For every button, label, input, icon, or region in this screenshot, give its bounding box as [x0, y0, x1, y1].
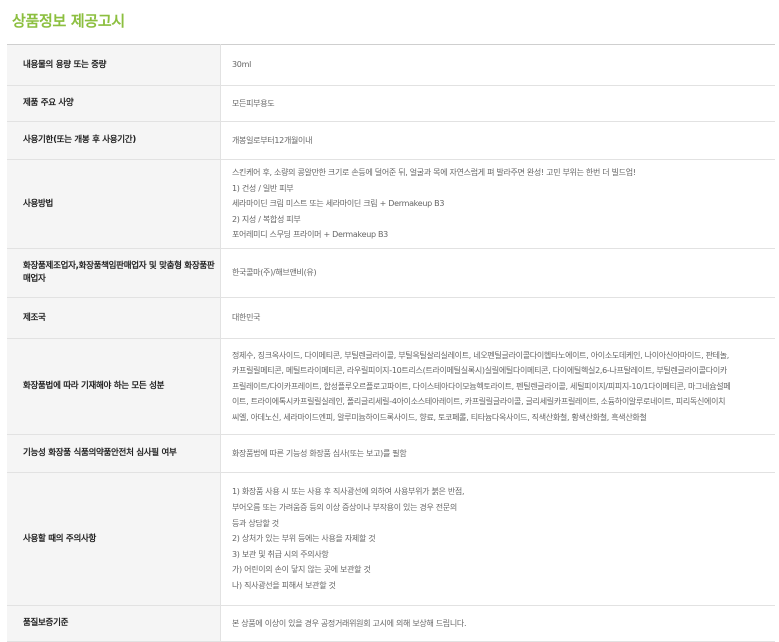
row-value: 한국콜마(주)/해브앤비(유) — [221, 249, 776, 298]
row-label: 품질보증기준 — [7, 605, 221, 642]
table-row: 화장품제조업자,화장품책임판매업자 및 맞춤형 화장품판매업자 한국콜마(주)/… — [7, 248, 776, 298]
value-line: 정제수, 징크옥사이드, 다이메티콘, 부틸렌글라이콜, 부틸옥틸살리실레이트,… — [232, 350, 730, 360]
value-line: 이트, 트라이에톡시카프릴릴실레인, 폴리글리세릴-4아이소스테아레이트, 카프… — [232, 397, 726, 407]
row-value: 본 상품에 이상이 있을 경우 공정거래위원회 고시에 의해 보상해 드립니다. — [221, 606, 776, 642]
value-line: 한국콜마(주)/해브앤비(유) — [232, 268, 317, 278]
value-line: 세라마이딘 크림 미스트 또는 세라마이딘 크림 + Dermakeup B3 — [232, 199, 445, 209]
table-row: 내용물의 용량 또는 중량 30ml — [7, 44, 776, 86]
value-line: 1) 화장품 사용 시 또는 사용 후 직사광선에 의하여 사용부위가 붉은 반… — [232, 487, 465, 497]
value-line: 모든피부용도 — [232, 98, 275, 108]
value-line: 대한민국 — [232, 313, 261, 323]
value-line: 본 상품에 이상이 있을 경우 공정거래위원회 고시에 의해 보상해 드립니다. — [232, 618, 467, 628]
value-line: 스킨케어 후, 소량의 콩알만한 크기로 손등에 덜어준 뒤, 얼굴과 목에 자… — [232, 168, 636, 178]
value-line: 가) 어린이의 손이 닿지 않는 곳에 보관할 것 — [232, 565, 371, 575]
value-line: 카프릴릴메티콘, 메틸트라이메티콘, 라우릴피이지-10트리스(트라이메틸실록시… — [232, 366, 727, 376]
row-label: 제품 주요 사양 — [7, 85, 221, 122]
value-line: 30ml — [232, 60, 251, 70]
value-line: 프릴레이트/다이카프레이트, 합성플루오르플로고파이트, 다이스테아다이모늄헥토… — [232, 381, 731, 391]
row-value: 스킨케어 후, 소량의 콩알만한 크기로 손등에 덜어준 뒤, 얼굴과 목에 자… — [221, 160, 776, 249]
table-row: 기능성 화장품 식품의약품안전처 심사필 여부 화장품법에 따른 기능성 화장품… — [7, 434, 776, 473]
table-row: 사용기한(또는 개봉 후 사용기간) 개봉일로부터12개월이내 — [7, 121, 776, 160]
info-table: 내용물의 용량 또는 중량 30ml 제품 주요 사양 모든피부용도 사용기한(… — [7, 44, 775, 642]
table-row: 품질보증기준 본 상품에 이상이 있을 경우 공정거래위원회 고시에 의해 보상… — [7, 605, 776, 642]
table-row: 사용할 때의 주의사항 1) 화장품 사용 시 또는 사용 후 직사광선에 의하… — [7, 472, 776, 606]
row-label: 내용물의 용량 또는 중량 — [7, 44, 221, 86]
table-row: 제조국 대한민국 — [7, 297, 776, 339]
row-value: 화장품법에 따른 기능성 화장품 심사(또는 보고)를 필함 — [221, 435, 776, 473]
row-label: 화장품제조업자,화장품책임판매업자 및 맞춤형 화장품판매업자 — [7, 248, 221, 298]
row-value: 대한민국 — [221, 298, 776, 339]
value-line: 2) 상처가 있는 부위 등에는 사용을 자제할 것 — [232, 534, 376, 544]
value-line: 1) 건성 / 일반 피부 — [232, 183, 294, 193]
value-line: 씨엘, 아데노신, 세라마이드엔피, 알루미늄하이드록사이드, 향료, 토코페롤… — [232, 412, 647, 422]
value-line: 화장품법에 따른 기능성 화장품 심사(또는 보고)를 필함 — [232, 448, 407, 458]
value-line: 2) 지성 / 복합성 피부 — [232, 214, 301, 224]
row-label: 사용할 때의 주의사항 — [7, 472, 221, 606]
value-line: 3) 보관 및 취급 시의 주의사항 — [232, 549, 329, 559]
row-value: 30ml — [221, 45, 776, 86]
value-line: 부어오름 또는 가려움증 등의 이상 증상이나 부작용이 있는 경우 전문의 — [232, 503, 457, 513]
value-line: 등과 상담할 것 — [232, 518, 279, 528]
product-info-notice: 상품정보 제공고시 내용물의 용량 또는 중량 30ml 제품 주요 사양 모든… — [0, 0, 779, 642]
row-value: 정제수, 징크옥사이드, 다이메티콘, 부틸렌글라이콜, 부틸옥틸살리실레이트,… — [221, 339, 776, 435]
table-row: 제품 주요 사양 모든피부용도 — [7, 85, 776, 122]
row-value: 개봉일로부터12개월이내 — [221, 122, 776, 160]
row-label: 기능성 화장품 식품의약품안전처 심사필 여부 — [7, 434, 221, 473]
row-label: 제조국 — [7, 297, 221, 339]
section-title: 상품정보 제공고시 — [12, 12, 125, 30]
value-line: 개봉일로부터12개월이내 — [232, 135, 313, 145]
row-value: 1) 화장품 사용 시 또는 사용 후 직사광선에 의하여 사용부위가 붉은 반… — [221, 473, 776, 606]
row-label: 사용기한(또는 개봉 후 사용기간) — [7, 121, 221, 160]
table-row: 사용방법 스킨케어 후, 소량의 콩알만한 크기로 손등에 덜어준 뒤, 얼굴과… — [7, 159, 776, 249]
row-label: 사용방법 — [7, 159, 221, 249]
value-line: 포어레미디 스무딩 프라이머 + Dermakeup B3 — [232, 230, 388, 240]
value-line: 나) 직사광선을 피해서 보관할 것 — [232, 580, 336, 590]
row-value: 모든피부용도 — [221, 86, 776, 122]
table-row: 화장품법에 따라 기재해야 하는 모든 성분 정제수, 징크옥사이드, 다이메티… — [7, 338, 776, 435]
row-label: 화장품법에 따라 기재해야 하는 모든 성분 — [7, 338, 221, 435]
